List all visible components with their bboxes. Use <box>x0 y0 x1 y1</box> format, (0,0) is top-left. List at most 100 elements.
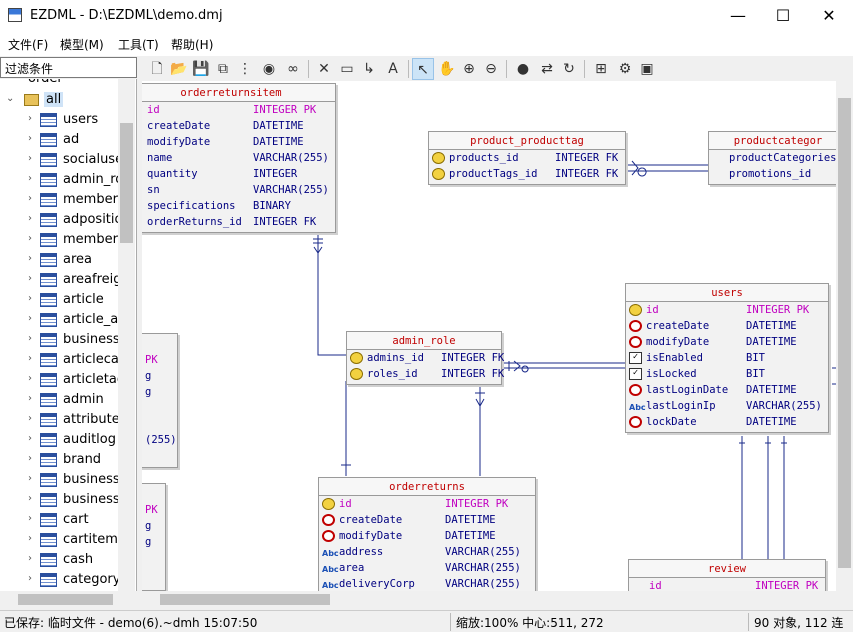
entity-productcategory[interactable]: productcategor productCategories_ promotio… <box>708 131 836 185</box>
entity-field-row[interactable]: ✓ isLocked BIT <box>626 366 828 382</box>
chevron-right-icon[interactable]: › <box>28 533 32 544</box>
chevron-right-icon[interactable]: › <box>28 293 32 304</box>
tree-item-users[interactable]: › users <box>24 110 118 130</box>
chevron-right-icon[interactable]: › <box>28 193 32 204</box>
menu-model[interactable]: 模型(M) <box>60 36 104 53</box>
entity-field-row[interactable]: name VARCHAR(255) <box>142 150 335 166</box>
tree-item-member[interactable]: › member <box>24 230 118 250</box>
entity-field-row[interactable]: quantity INTEGER <box>142 166 335 182</box>
minimize-button[interactable]: — <box>715 0 761 32</box>
entity-field-row[interactable]: Abc deliveryCorp VARCHAR(255) <box>319 576 535 591</box>
tree-item-article_art[interactable]: › article_art <box>24 310 129 330</box>
table-icon[interactable]: ▭ <box>336 58 358 80</box>
tree-hscrollbar-thumb[interactable] <box>18 594 113 605</box>
entity-field-row[interactable]: createDate DATETIME <box>626 318 828 334</box>
entity-field-row[interactable]: sn VARCHAR(255) <box>142 182 335 198</box>
diagram-canvas[interactable]: PK g g (255) PK g g orderreturnsitem id INTEGER… <box>142 81 836 591</box>
tree-item-cartitem[interactable]: › cartitem <box>24 530 118 550</box>
copy-icon[interactable]: ⧉ <box>212 58 234 80</box>
entity-field-row[interactable]: modifyDate DATETIME <box>142 134 335 150</box>
entity-field-row[interactable]: roles_id INTEGER FK <box>347 366 504 382</box>
pointer-icon[interactable]: ↖ <box>412 58 434 80</box>
entity-field-row[interactable]: createDate DATETIME <box>319 512 535 528</box>
entity-field-row[interactable]: ✓ isEnabled BIT <box>626 350 828 366</box>
save-icon[interactable]: 💾 <box>190 58 212 80</box>
tree-item-auditlog[interactable]: › auditlog <box>24 430 118 450</box>
add-icon[interactable]: ⊞ <box>590 58 612 80</box>
tree-item-article[interactable]: › article <box>24 290 118 310</box>
entity-product-producttag[interactable]: product_producttag products_id INTEGER FK p… <box>428 131 626 185</box>
zoom-in-icon[interactable]: ⊕ <box>458 58 480 80</box>
chevron-right-icon[interactable]: › <box>28 393 32 404</box>
chevron-right-icon[interactable]: › <box>28 253 32 264</box>
tree-item-brand[interactable]: › brand <box>24 450 118 470</box>
entity-users[interactable]: users id INTEGER PK createDate DATETIME modif… <box>625 283 829 433</box>
entity-field-row[interactable]: Abc area VARCHAR(255) <box>319 560 535 576</box>
chevron-right-icon[interactable]: › <box>28 433 32 444</box>
chevron-down-icon[interactable]: ⌄ <box>6 93 14 104</box>
entity-field-row[interactable]: promotions_id <box>709 166 836 182</box>
chevron-right-icon[interactable]: › <box>28 213 32 224</box>
entity-field-row[interactable]: orderReturns_id INTEGER FK <box>142 214 335 230</box>
script-icon[interactable]: ● <box>512 58 534 80</box>
chevron-right-icon[interactable]: › <box>28 573 32 584</box>
tree-icon[interactable]: ⋮ <box>234 58 256 80</box>
text-icon[interactable]: A <box>382 58 404 80</box>
menu-tools[interactable]: 工具(T) <box>118 36 159 53</box>
chevron-right-icon[interactable]: › <box>28 373 32 384</box>
tree-item-admin_ro[interactable]: › admin_ro <box>24 170 123 190</box>
maximize-button[interactable]: ☐ <box>760 0 806 32</box>
chevron-right-icon[interactable]: › <box>28 413 32 424</box>
delete-icon[interactable]: ✕ <box>313 58 335 80</box>
entity-field-row[interactable]: createDate DATETIME <box>142 118 335 134</box>
entity-field-row[interactable]: id INTEGER PK <box>142 102 335 118</box>
tree-item-memberra[interactable]: › memberra <box>24 190 131 210</box>
entity-field-row[interactable]: productTags_id INTEGER FK <box>429 166 625 182</box>
close-button[interactable]: ✕ <box>806 0 852 32</box>
entity-orderreturns[interactable]: orderreturns id INTEGER PK createDate DATETI… <box>318 477 536 591</box>
canvas-vscrollbar-thumb[interactable] <box>838 98 851 568</box>
entity-partial-left-a[interactable]: PK g g (255) <box>142 333 178 468</box>
entity-field-row[interactable]: admins_id INTEGER FK <box>347 350 504 366</box>
chevron-right-icon[interactable]: › <box>28 313 32 324</box>
chevron-right-icon[interactable]: › <box>28 133 32 144</box>
refresh-icon[interactable]: ↻ <box>558 58 580 80</box>
tree-item-articlecate[interactable]: › articlecate <box>24 350 132 370</box>
model-tree[interactable]: order ⌄ all ›users›ad›socialuser›admin_r… <box>0 79 137 591</box>
chevron-right-icon[interactable]: › <box>28 333 32 344</box>
entity-field-row[interactable]: lastLoginDate DATETIME <box>626 382 828 398</box>
find-icon[interactable]: ∞ <box>282 58 304 80</box>
tree-item-businessa[interactable]: › businessa <box>24 470 128 490</box>
entity-field-row[interactable]: modifyDate DATETIME <box>319 528 535 544</box>
tree-item-all[interactable]: ⌄ all <box>4 90 116 110</box>
tree-item-socialuser[interactable]: › socialuser <box>24 150 128 170</box>
tree-item-business[interactable]: › business <box>24 330 120 350</box>
tree-item-cash[interactable]: › cash <box>24 550 118 570</box>
tree-item-area[interactable]: › area <box>24 250 118 270</box>
tree-scrollbar-thumb[interactable] <box>120 123 133 243</box>
hand-icon[interactable]: ✋ <box>436 58 458 80</box>
chevron-right-icon[interactable]: › <box>28 353 32 364</box>
entity-field-row[interactable]: Abc lastLoginIp VARCHAR(255) <box>626 398 828 414</box>
entity-partial-left-b[interactable]: PK g g <box>142 483 166 591</box>
entity-field-row[interactable]: Abc address VARCHAR(255) <box>319 544 535 560</box>
tree-item-admin[interactable]: › admin <box>24 390 118 410</box>
chevron-right-icon[interactable]: › <box>28 113 32 124</box>
canvas-hscrollbar-thumb[interactable] <box>160 594 330 605</box>
export-icon[interactable]: ⇄ <box>536 58 558 80</box>
zoom-out-icon[interactable]: ⊖ <box>480 58 502 80</box>
tree-item-areafreigl[interactable]: › areafreigl <box>24 270 125 290</box>
chevron-right-icon[interactable]: › <box>28 493 32 504</box>
entity-field-row[interactable]: id INTEGER PK <box>319 496 535 512</box>
chevron-right-icon[interactable]: › <box>28 473 32 484</box>
tree-item-cart[interactable]: › cart <box>24 510 118 530</box>
filter-input[interactable]: 过滤条件 <box>0 57 137 78</box>
menu-file[interactable]: 文件(F) <box>8 36 48 53</box>
open-icon[interactable]: 📂 <box>168 58 190 80</box>
entity-field-row[interactable]: productCategories_ <box>709 150 836 166</box>
entity-field-row[interactable]: products_id INTEGER FK <box>429 150 625 166</box>
entity-admin-role[interactable]: admin_role admins_id INTEGER FK roles_id INT… <box>346 331 504 385</box>
chevron-right-icon[interactable]: › <box>28 553 32 564</box>
new-icon[interactable]: 🗋 <box>146 58 168 80</box>
link-icon[interactable]: ↳ <box>358 58 380 80</box>
